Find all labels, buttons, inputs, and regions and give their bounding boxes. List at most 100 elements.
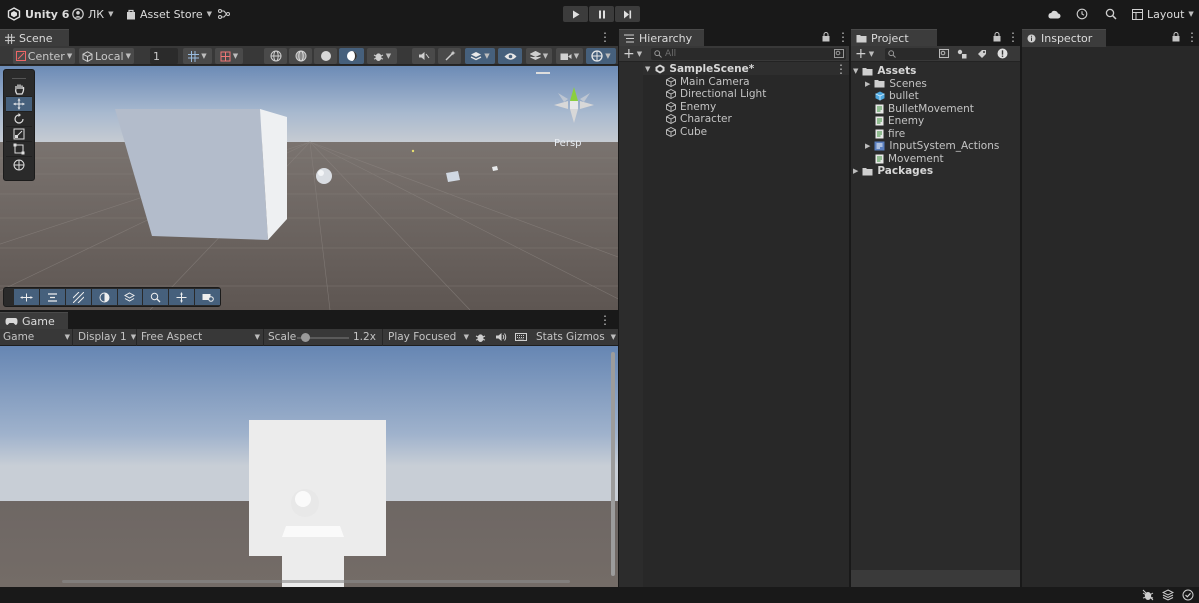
tab-hierarchy[interactable]: Hierarchy (619, 29, 704, 47)
search-filter-icon[interactable] (834, 49, 844, 58)
project-search-input[interactable] (885, 48, 939, 60)
hierarchy-menu-kebab[interactable]: ⋮ (837, 30, 849, 44)
hierarchy-item[interactable]: Directional Light (666, 88, 766, 101)
grid-snap-dropdown[interactable]: ▼ (183, 48, 212, 64)
layout-dropdown[interactable]: Layout ▼ (1132, 0, 1194, 28)
pivot-mode-dropdown[interactable]: Center ▼ (13, 48, 75, 64)
play-focus-dropdown[interactable]: Play Focused ▼ (388, 331, 469, 344)
grid-size-field[interactable]: 1 (150, 48, 178, 64)
overlay-camera-button[interactable] (195, 289, 220, 305)
inspector-menu-kebab[interactable]: ⋮ (1186, 30, 1198, 44)
lock-icon[interactable] (993, 32, 1001, 42)
move-tool[interactable] (6, 97, 32, 112)
search-filter-icon[interactable] (939, 49, 949, 58)
game-gizmos-dropdown[interactable]: Gizmos ▼ (566, 331, 616, 344)
filter-label-icon[interactable] (977, 49, 987, 59)
scale-tool[interactable] (6, 127, 32, 142)
shortcuts-button[interactable] (515, 332, 527, 342)
transform-tool[interactable] (6, 157, 32, 172)
pause-button[interactable] (589, 6, 614, 22)
increment-snap-dropdown[interactable]: ▼ (215, 48, 243, 64)
scene-menu-kebab[interactable]: ⋮ (599, 30, 611, 44)
cloud-button[interactable] (1047, 0, 1061, 28)
debug-mode-icon[interactable] (1142, 589, 1154, 601)
overlay-move-button[interactable] (14, 289, 39, 305)
projection-label[interactable]: Persp (554, 138, 582, 149)
project-item[interactable]: ▶ InputSystem_Actions (865, 140, 999, 153)
scene-fx-dropdown[interactable]: ▼ (465, 48, 495, 64)
overlay-search-button[interactable] (143, 289, 169, 305)
game-vertical-scrollbar[interactable] (611, 352, 615, 576)
assets-folder-row[interactable]: ▼ Assets (853, 65, 916, 78)
warning-icon[interactable] (997, 48, 1008, 59)
wireframe-shading-button[interactable] (264, 48, 287, 64)
hierarchy-item[interactable]: Enemy (666, 101, 716, 114)
frame-debugger-button[interactable] (475, 332, 486, 343)
cache-server-icon[interactable] (1162, 589, 1174, 601)
project-item[interactable]: bullet (875, 90, 919, 103)
scene-viewport[interactable]: Persp (0, 66, 618, 310)
overlay-layers-button[interactable] (117, 289, 143, 305)
search-button[interactable] (1105, 0, 1117, 28)
version-control-button[interactable] (218, 0, 230, 28)
draw-mode-dropdown[interactable]: ▼ (367, 48, 397, 64)
hierarchy-item[interactable]: Cube (666, 126, 707, 139)
scale-slider-thumb[interactable] (301, 333, 310, 342)
aspect-dropdown[interactable]: Free Aspect ▼ (141, 331, 260, 344)
project-item[interactable]: Movement (875, 153, 944, 166)
tab-inspector[interactable]: Inspector (1022, 29, 1106, 47)
account-dropdown[interactable]: ЛК ▼ (72, 0, 113, 28)
project-menu-kebab[interactable]: ⋮ (1007, 30, 1019, 44)
overlay-grid-button[interactable] (65, 289, 91, 305)
shaded-wireframe-button[interactable] (289, 48, 312, 64)
overlay-pivot-button[interactable] (169, 289, 195, 305)
scene-lighting-toggle[interactable] (438, 48, 461, 64)
gizmos-dropdown[interactable]: ▼ (586, 48, 616, 64)
unity-menu-button[interactable]: Unity 6 (7, 0, 69, 28)
tab-scene[interactable]: Scene (0, 29, 69, 47)
scene-2d-toggle[interactable] (412, 48, 435, 64)
game-menu-kebab[interactable]: ⋮ (599, 313, 611, 327)
hierarchy-search-input[interactable]: All (651, 48, 846, 60)
unlit-shading-button[interactable] (339, 48, 364, 64)
palette-drag-handle[interactable] (12, 73, 26, 79)
project-item[interactable]: fire (875, 128, 905, 141)
tab-game[interactable]: Game (0, 312, 68, 330)
layers-visibility-dropdown[interactable]: ▼ (526, 48, 552, 64)
overlay-shading-button[interactable] (91, 289, 117, 305)
project-item[interactable]: ▶ Scenes (865, 78, 927, 91)
mute-audio-button[interactable] (495, 332, 507, 342)
step-button[interactable] (615, 6, 640, 22)
stats-button[interactable]: Stats (536, 331, 563, 344)
display-dropdown[interactable]: Display 1 ▼ (78, 331, 136, 344)
overlay-align-button[interactable] (39, 289, 65, 305)
project-item[interactable]: Enemy (875, 115, 924, 128)
progress-check-icon[interactable] (1182, 589, 1194, 601)
lock-icon[interactable] (822, 32, 830, 42)
create-dropdown[interactable]: + ▼ (623, 46, 642, 62)
hierarchy-item[interactable]: Character (666, 113, 732, 126)
viewport-menu-icon[interactable] (536, 72, 550, 74)
rect-tool[interactable] (6, 142, 32, 157)
hand-tool[interactable] (6, 82, 32, 97)
hierarchy-item[interactable]: Main Camera (666, 76, 750, 89)
pivot-rotation-dropdown[interactable]: Local ▼ (79, 48, 134, 64)
scene-root-row[interactable]: ▼ SampleScene* (645, 63, 754, 76)
tab-project[interactable]: Project (851, 29, 937, 47)
filter-type-icon[interactable] (957, 49, 967, 59)
shaded-button[interactable] (314, 48, 337, 64)
scene-visibility-toggle[interactable] (498, 48, 522, 64)
rotate-tool[interactable] (6, 112, 32, 127)
orientation-gizmo[interactable] (548, 79, 600, 131)
view-mode-dropdown[interactable]: Game ▼ (3, 331, 70, 344)
play-button[interactable] (563, 6, 588, 22)
packages-folder-row[interactable]: ▶ Packages (853, 165, 933, 178)
history-button[interactable] (1076, 0, 1088, 28)
asset-store-dropdown[interactable]: Asset Store ▼ (126, 0, 212, 28)
camera-settings-dropdown[interactable]: ▼ (556, 48, 583, 64)
scene-row-kebab[interactable]: ⋮ (835, 62, 847, 76)
project-create-dropdown[interactable]: + ▼ (855, 46, 874, 62)
project-item[interactable]: BulletMovement (875, 103, 974, 116)
game-viewport[interactable] (0, 346, 618, 587)
lock-icon[interactable] (1172, 32, 1180, 42)
